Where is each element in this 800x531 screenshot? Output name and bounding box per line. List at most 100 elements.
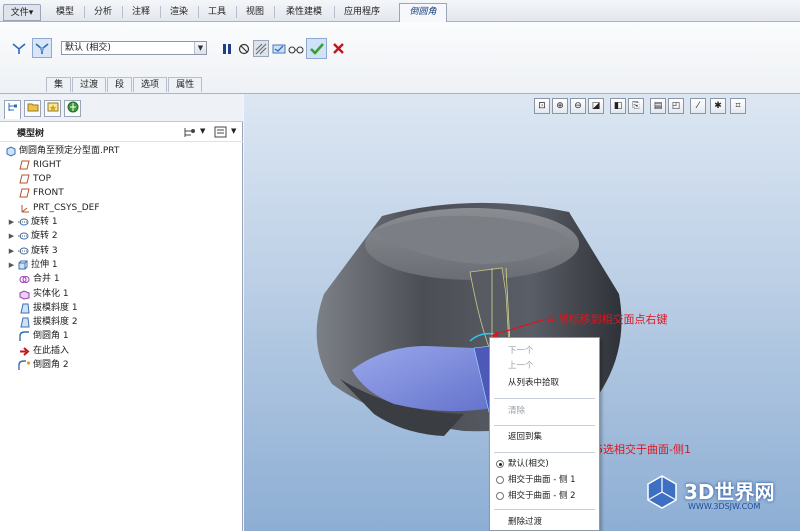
menu-item-next: 下一个 — [508, 346, 534, 356]
tree-item-label: 旋转 1 — [31, 217, 58, 227]
subtab-sets[interactable]: 集 — [46, 77, 72, 92]
no-preview-icon[interactable] — [237, 42, 251, 56]
tree-item-round-1[interactable]: 倒圆角 1 — [18, 329, 69, 343]
tree-item-right[interactable]: RIGHT — [18, 158, 61, 172]
tab-round[interactable]: 倒圆角 — [399, 3, 447, 23]
round-set-combo-value: 默认 (相交) — [65, 43, 111, 53]
datum-plane-icon — [18, 188, 31, 199]
tree-item-label: 合并 1 — [33, 274, 60, 284]
tree-item-part[interactable]: 倒圆角至预定分型面.PRT — [4, 144, 119, 158]
favorites-tab-icon[interactable] — [44, 100, 61, 117]
extrude-icon — [16, 260, 29, 271]
cancel-icon — [332, 43, 344, 54]
menu-item-previous: 上一个 — [508, 361, 534, 371]
subtab-transitions[interactable]: 过渡 — [72, 77, 107, 92]
ok-button[interactable] — [306, 38, 327, 59]
preview-geometry-icon[interactable] — [253, 40, 269, 57]
tree-item-revolve-1[interactable]: ▶ 旋转 1 — [7, 215, 58, 229]
show-columns-icon[interactable] — [214, 125, 228, 139]
menu-item-intersect-surface-side-1[interactable]: 相交于曲面 - 侧 1 — [490, 473, 599, 487]
web-browser-tab-icon[interactable] — [64, 100, 81, 117]
tree-item-top[interactable]: TOP — [18, 172, 51, 186]
tree-item-solidify-1[interactable]: 实体化 1 — [18, 287, 69, 301]
tab-applications[interactable]: 应用程序 — [336, 4, 388, 21]
menu-separator — [494, 398, 595, 399]
chevron-down-icon[interactable]: ▼ — [231, 127, 236, 135]
tree-item-draft-1[interactable]: 拔模斜度 1 — [18, 301, 78, 315]
chevron-down-icon[interactable]: ▼ — [200, 127, 205, 135]
tree-item-label: 在此插入 — [33, 346, 70, 356]
tree-item-label: PRT_CSYS_DEF — [33, 203, 100, 213]
menu-item-label: 默认(相交) — [508, 459, 549, 469]
pause-icon[interactable] — [220, 42, 234, 56]
insert-arrow-icon — [18, 346, 31, 357]
tree-item-label: 旋转 3 — [31, 246, 58, 256]
watermark-url: WWW.3DSJW.COM — [688, 502, 761, 511]
menu-item-label: 相交于曲面 - 侧 1 — [508, 475, 576, 485]
tab-tools[interactable]: 工具 — [200, 4, 234, 21]
tree-item-merge-1[interactable]: 合并 1 — [18, 272, 60, 286]
expand-arrow-icon[interactable]: ▶ — [7, 215, 16, 229]
tab-separator — [122, 6, 123, 18]
tree-item-label: TOP — [33, 174, 52, 184]
tab-flexible-modeling[interactable]: 柔性建模 — [276, 4, 332, 21]
tree-item-label: 倒圆角 1 — [33, 331, 69, 341]
tree-item-label: RIGHT — [33, 160, 62, 170]
tree-item-label: 倒圆角 2 — [33, 360, 69, 370]
subtab-pieces[interactable]: 段 — [107, 77, 133, 92]
subtab-options[interactable]: 选项 — [133, 77, 168, 92]
part-icon — [4, 145, 17, 157]
tree-item-label: FRONT — [33, 188, 64, 198]
menu-separator — [494, 509, 595, 510]
menu-item-back-to-set[interactable]: 返回到集 — [490, 430, 599, 444]
tab-model[interactable]: 模型 — [48, 4, 82, 21]
subtab-properties[interactable]: 属性 — [168, 77, 203, 92]
tree-item-draft-2[interactable]: 拔模斜度 2 — [18, 315, 78, 329]
glasses-icon[interactable] — [288, 42, 304, 56]
tab-analysis[interactable]: 分析 — [86, 4, 120, 21]
cancel-button[interactable] — [330, 40, 346, 57]
tree-item-label: 倒圆角至预定分型面.PRT — [19, 146, 120, 156]
round-set-combo[interactable]: 默认 (相交) ▼ — [61, 41, 207, 55]
tree-item-extrude-1[interactable]: ▶ 拉伸 1 — [7, 258, 58, 272]
datum-plane-icon — [18, 174, 31, 185]
tab-separator — [160, 6, 161, 18]
model-tree-panel: 模型树 ▼ ▼ 倒圆角至预定分型面.PRT RIGHT TOP FRONT PR… — [0, 94, 243, 531]
expand-arrow-icon[interactable]: ▶ — [7, 244, 16, 258]
menu-item-intersect-surface-side-2[interactable]: 相交于曲面 - 侧 2 — [490, 489, 599, 503]
draft-icon — [18, 303, 31, 314]
constant-round-icon[interactable] — [10, 39, 28, 57]
revolve-icon — [16, 231, 29, 242]
tree-item-revolve-3[interactable]: ▶ 旋转 3 — [7, 244, 58, 258]
menu-item-pick-from-list[interactable]: 从列表中拾取 — [490, 376, 599, 390]
tree-item-revolve-2[interactable]: ▶ 旋转 2 — [7, 229, 58, 243]
model-tree-tab-icon[interactable] — [4, 100, 21, 119]
menu-separator — [494, 452, 595, 453]
tree-item-label: 拔模斜度 2 — [33, 317, 78, 327]
tab-annotate[interactable]: 注释 — [124, 4, 158, 21]
tree-settings-icon[interactable] — [183, 125, 197, 139]
folder-browser-tab-icon[interactable] — [24, 100, 41, 117]
menu-item-default-intersect[interactable]: 默认(相交) — [490, 457, 599, 471]
tab-view[interactable]: 视图 — [238, 4, 272, 21]
chamfer-round-icon[interactable] — [32, 38, 52, 58]
annotation-step-5: 5选相交于曲面-侧1 — [596, 443, 691, 456]
csys-icon — [18, 203, 31, 214]
model-tree-header: 模型树 ▼ ▼ — [0, 122, 243, 142]
expand-arrow-icon[interactable]: ▶ — [7, 258, 16, 272]
tree-item-csys[interactable]: PRT_CSYS_DEF — [18, 201, 100, 215]
expand-arrow-icon[interactable]: ▶ — [7, 229, 16, 243]
menu-item-delete-transition[interactable]: 删除过渡 — [490, 515, 599, 529]
chevron-down-icon[interactable]: ▼ — [194, 42, 206, 54]
menu-item-clear: 清除 — [508, 406, 526, 416]
tab-file[interactable]: 文件▾ — [3, 4, 41, 21]
verify-icon[interactable] — [271, 40, 287, 57]
tab-render[interactable]: 渲染 — [162, 4, 196, 21]
radio-icon — [496, 476, 504, 484]
tree-item-label: 旋转 2 — [31, 231, 58, 241]
tree-item-insert-here[interactable]: 在此插入 — [18, 344, 69, 358]
tree-item-round-2[interactable]: 倒圆角 2 — [18, 358, 69, 372]
navigator-tabs — [0, 94, 243, 122]
menu-item-label: 相交于曲面 - 侧 2 — [508, 491, 576, 501]
tree-item-front[interactable]: FRONT — [18, 186, 64, 200]
